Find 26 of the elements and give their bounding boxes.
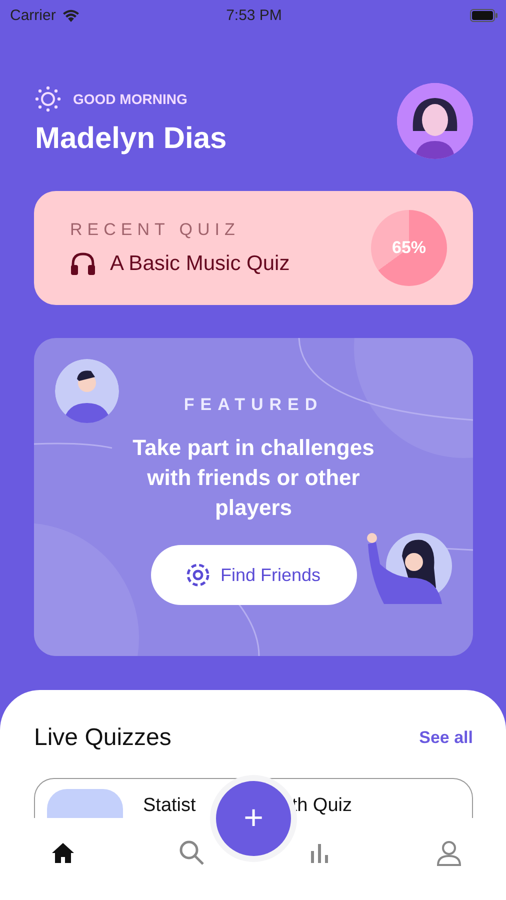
recent-quiz-card[interactable]: RECENT QUIZ A Basic Music Quiz 65% [34, 191, 473, 305]
section-title: Live Quizzes [34, 724, 172, 752]
sun-icon [35, 86, 61, 112]
find-friends-button[interactable]: Find Friends [150, 545, 356, 605]
add-button[interactable]: + [216, 781, 291, 856]
recent-quiz-title: A Basic Music Quiz [110, 252, 290, 276]
bar-chart-icon [310, 843, 330, 863]
wifi-icon [62, 8, 80, 22]
headphones-icon [70, 252, 96, 276]
home-icon [51, 842, 75, 864]
user-name: Madelyn Dias [35, 122, 227, 156]
battery-icon [470, 8, 498, 22]
greeting: GOOD MORNING [73, 91, 188, 107]
carrier-label: Carrier [10, 6, 56, 24]
status-time: 7:53 PM [226, 6, 282, 24]
person-drawing [55, 359, 119, 423]
quiz-title: Statist [143, 795, 196, 817]
avatar[interactable] [397, 83, 473, 159]
recent-quiz-label: RECENT QUIZ [70, 220, 241, 240]
progress-pie: 65% [371, 210, 447, 286]
see-all-link[interactable]: See all [419, 728, 473, 748]
featured-text: Take part in challenges with friends or other players [132, 434, 376, 522]
featured-label: FEATURED [184, 395, 324, 415]
target-icon [186, 563, 210, 587]
person-icon [436, 840, 462, 866]
search-icon [178, 840, 205, 866]
